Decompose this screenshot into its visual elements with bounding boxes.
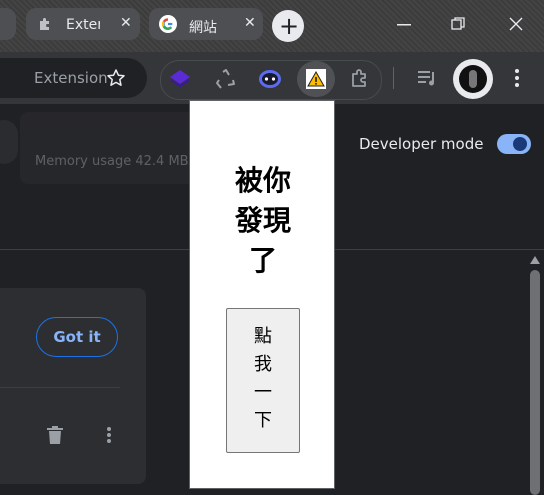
popup-title: 被你 發現 了 xyxy=(190,161,336,281)
minimize-icon[interactable] xyxy=(397,24,411,26)
extensions-puzzle-icon[interactable] xyxy=(349,67,371,89)
toolbar-divider xyxy=(393,67,394,89)
tab-label: 網站 xyxy=(189,20,217,36)
close-icon[interactable]: ✕ xyxy=(244,15,256,31)
omnibox-text: Extension xyxy=(34,69,108,87)
popup-title-line: 發現 xyxy=(234,204,291,237)
bot-icon[interactable] xyxy=(258,66,282,90)
memory-text: Memory usage 42.4 MB xyxy=(35,154,189,169)
plus-icon: + xyxy=(279,12,300,40)
kebab-icon[interactable] xyxy=(514,68,520,88)
puzzle-icon xyxy=(40,18,49,30)
toggle-knob xyxy=(513,137,527,151)
new-tab-button[interactable]: + xyxy=(272,10,304,42)
media-icon[interactable] xyxy=(417,68,439,88)
more-vert-icon[interactable] xyxy=(106,426,112,444)
title-bar: ✕ Exter ✕ 網站 ✕ + xyxy=(0,0,544,52)
warning-icon xyxy=(306,69,326,89)
warning-extension-button[interactable] xyxy=(297,61,335,97)
close-window-icon[interactable] xyxy=(509,17,523,31)
popup-title-line: 被你 xyxy=(234,164,291,197)
scrollbar-thumb[interactable] xyxy=(530,270,540,495)
trash-icon[interactable] xyxy=(46,425,64,445)
google-icon xyxy=(159,15,177,33)
tab-google[interactable]: 網站 ✕ xyxy=(149,8,263,40)
click-me-button[interactable]: 點我一下 xyxy=(226,308,300,453)
tab-partial[interactable]: ✕ xyxy=(0,8,16,40)
popup-title-line: 了 xyxy=(248,244,277,277)
extension-card: Got it xyxy=(0,288,146,484)
tab-extensions[interactable]: Exter ✕ xyxy=(26,8,140,40)
scrollbar[interactable] xyxy=(526,250,544,495)
stack-icon[interactable] xyxy=(169,68,191,90)
card-divider xyxy=(0,387,120,388)
restore-icon[interactable] xyxy=(451,17,465,31)
recycle-icon[interactable] xyxy=(215,68,237,90)
got-it-button[interactable]: Got it xyxy=(36,317,118,357)
star-icon[interactable] xyxy=(106,68,126,88)
scroll-up-icon[interactable] xyxy=(530,256,540,264)
developer-mode-label: Developer mode xyxy=(359,135,484,153)
avatar xyxy=(459,65,487,93)
extension-popup: 被你 發現 了 點我一下 xyxy=(189,100,335,489)
search-field-partial[interactable] xyxy=(0,120,18,164)
close-icon[interactable]: ✕ xyxy=(120,15,132,31)
profile-button[interactable] xyxy=(453,59,493,99)
omnibox[interactable]: Extension xyxy=(0,58,147,98)
developer-mode-toggle[interactable] xyxy=(497,134,531,154)
tab-label: Exter xyxy=(66,17,100,33)
